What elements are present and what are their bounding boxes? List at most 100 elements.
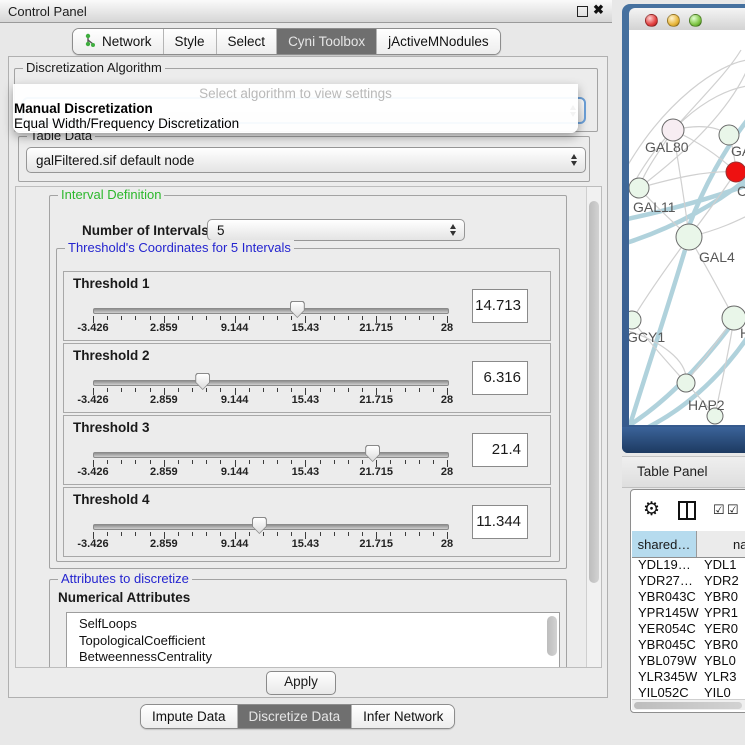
network-node-red-node[interactable] [726, 162, 745, 182]
network-canvas[interactable]: GAL80GACGAL11GAL4GCY1HHAP2 [629, 30, 745, 425]
network-window[interactable]: GAL80GACGAL11GAL4GCY1HHAP2 [622, 4, 745, 453]
panel-scrollbar-track[interactable] [586, 187, 601, 667]
dropdown-item[interactable]: Manual Discretization [14, 101, 153, 116]
threshold-label: Threshold 3 [73, 420, 150, 435]
panel-title: Control Panel [8, 4, 87, 19]
split-columns-icon[interactable] [678, 501, 696, 520]
table-row[interactable]: YBR045CYBR0 [632, 637, 745, 653]
table-row[interactable]: YDR27…YDR2 [632, 573, 745, 589]
tab-style[interactable]: Style [164, 29, 217, 54]
combo-arrows-icon [571, 154, 578, 166]
tab-discretize-data[interactable]: Discretize Data [238, 705, 353, 728]
slider-thumb[interactable] [252, 517, 267, 534]
tab-network[interactable]: Network [73, 29, 164, 54]
float-window-icon[interactable] [577, 6, 588, 17]
minor-tick [334, 316, 335, 320]
slider-track[interactable] [93, 380, 449, 386]
minor-tick [277, 460, 278, 464]
minor-tick [192, 460, 193, 464]
network-edge [639, 172, 736, 188]
slider-thumb[interactable] [290, 301, 305, 318]
cell-shared-name: YDL19… [632, 557, 697, 573]
bottom-tab-bar: Impute DataDiscretize Data Infer Network [140, 704, 455, 729]
number-of-intervals-spinner[interactable]: 5 [207, 219, 465, 241]
network-node-GAL80[interactable] [662, 119, 684, 141]
table-hscrollbar-thumb[interactable] [634, 702, 742, 709]
table-row[interactable]: YBL079WYBL0 [632, 653, 745, 669]
table-row[interactable]: YPR145WYPR1 [632, 605, 745, 621]
minimize-traffic-light-icon[interactable] [667, 14, 680, 27]
tab-jactivemnodules[interactable]: jActiveMNodules [377, 29, 500, 54]
slider-thumb[interactable] [365, 445, 380, 462]
tick-label: 9.144 [203, 466, 267, 478]
discretization-algorithm-label: Discretization Algorithm [23, 60, 165, 75]
cell-shared-name: YIL052C [632, 685, 697, 699]
threshold-value-field[interactable]: 14.713 [472, 289, 528, 323]
threshold-value-field[interactable]: 6.316 [472, 361, 528, 395]
slider-track[interactable] [93, 524, 449, 530]
thresholds-group-label: Threshold's Coordinates for 5 Intervals [65, 240, 294, 255]
tab-select[interactable]: Select [217, 29, 278, 54]
table-panel-titlebar: Table Panel [622, 456, 745, 488]
column-header[interactable]: na [697, 531, 745, 557]
threshold-value-field[interactable]: 21.4 [472, 433, 528, 467]
slider-track[interactable] [93, 452, 449, 458]
node-label: H [740, 325, 745, 341]
tick-label: 9.144 [203, 322, 267, 334]
cell-shared-name: YBR045C [632, 637, 697, 653]
tick-label: 28 [415, 466, 479, 478]
attribute-list-item[interactable]: TopologicalCoefficient [67, 633, 559, 650]
tab-label: Network [102, 34, 152, 49]
checkbox-checked-icon[interactable]: ☑ [727, 502, 739, 518]
minor-tick [405, 316, 406, 320]
slider-track[interactable] [93, 308, 449, 314]
table-data-combobox[interactable]: galFiltered.sif default node [26, 147, 586, 173]
table-row[interactable]: YER054CYER0 [632, 621, 745, 637]
minor-tick [121, 460, 122, 464]
network-node-HAP2[interactable] [677, 374, 695, 392]
table-row[interactable]: YDL19…YDL1 [632, 557, 745, 573]
minor-tick [405, 460, 406, 464]
table-row[interactable]: YBR043CYBR0 [632, 589, 745, 605]
minor-tick [419, 532, 420, 536]
checkbox-checked-icon[interactable]: ☑ [713, 502, 725, 518]
tab-cyni-toolbox[interactable]: Cyni Toolbox [277, 29, 377, 54]
attribute-list-item[interactable]: SelfLoops [67, 613, 559, 633]
apply-button[interactable]: Apply [266, 671, 336, 695]
tab-label: Infer Network [363, 709, 443, 724]
column-header[interactable]: shared… [632, 531, 697, 557]
minor-tick [135, 532, 136, 536]
cell-shared-name: YPR145W [632, 605, 697, 621]
network-node-GCY1[interactable] [629, 311, 641, 329]
panel-scrollbar-thumb[interactable] [589, 201, 599, 583]
tick-label: 21.715 [344, 394, 408, 406]
table-row[interactable]: YIL052CYIL0 [632, 685, 745, 699]
minor-tick [150, 316, 151, 320]
table-row[interactable]: YLR345WYLR3 [632, 669, 745, 685]
application-window: Control Panel ✖ Network StyleSelectCyni T… [0, 0, 745, 745]
slider-thumb[interactable] [195, 373, 210, 390]
cell-name: YBR0 [697, 589, 738, 605]
cell-shared-name: YBL079W [632, 653, 697, 669]
cell-shared-name: YLR345W [632, 669, 697, 685]
cell-name: YBL0 [697, 653, 736, 669]
close-icon[interactable]: ✖ [593, 2, 604, 18]
network-node-GAL4[interactable] [676, 224, 702, 250]
attribute-list-item[interactable]: BetweennessCentrality [67, 649, 559, 666]
tab-infer-network[interactable]: Infer Network [352, 705, 454, 728]
table-hscrollbar-track[interactable] [632, 699, 745, 710]
tab-impute-data[interactable]: Impute Data [141, 705, 238, 728]
network-node-GAL11[interactable] [629, 178, 649, 198]
minor-tick [362, 316, 363, 320]
cell-name: YER0 [697, 621, 738, 637]
minor-tick [150, 388, 151, 392]
zoom-traffic-light-icon[interactable] [689, 14, 702, 27]
minor-tick [334, 532, 335, 536]
list-scrollbar-thumb[interactable] [547, 616, 557, 656]
threshold-value-field[interactable]: 11.344 [472, 505, 528, 539]
settings-gear-icon[interactable]: ⚙ [643, 498, 660, 521]
network-node-GA[interactable] [719, 125, 739, 145]
dropdown-item[interactable]: Equal Width/Frequency Discretization [14, 116, 239, 131]
numerical-attributes-list[interactable]: SelfLoopsTopologicalCoefficientBetweenne… [66, 612, 560, 668]
close-traffic-light-icon[interactable] [645, 14, 658, 27]
